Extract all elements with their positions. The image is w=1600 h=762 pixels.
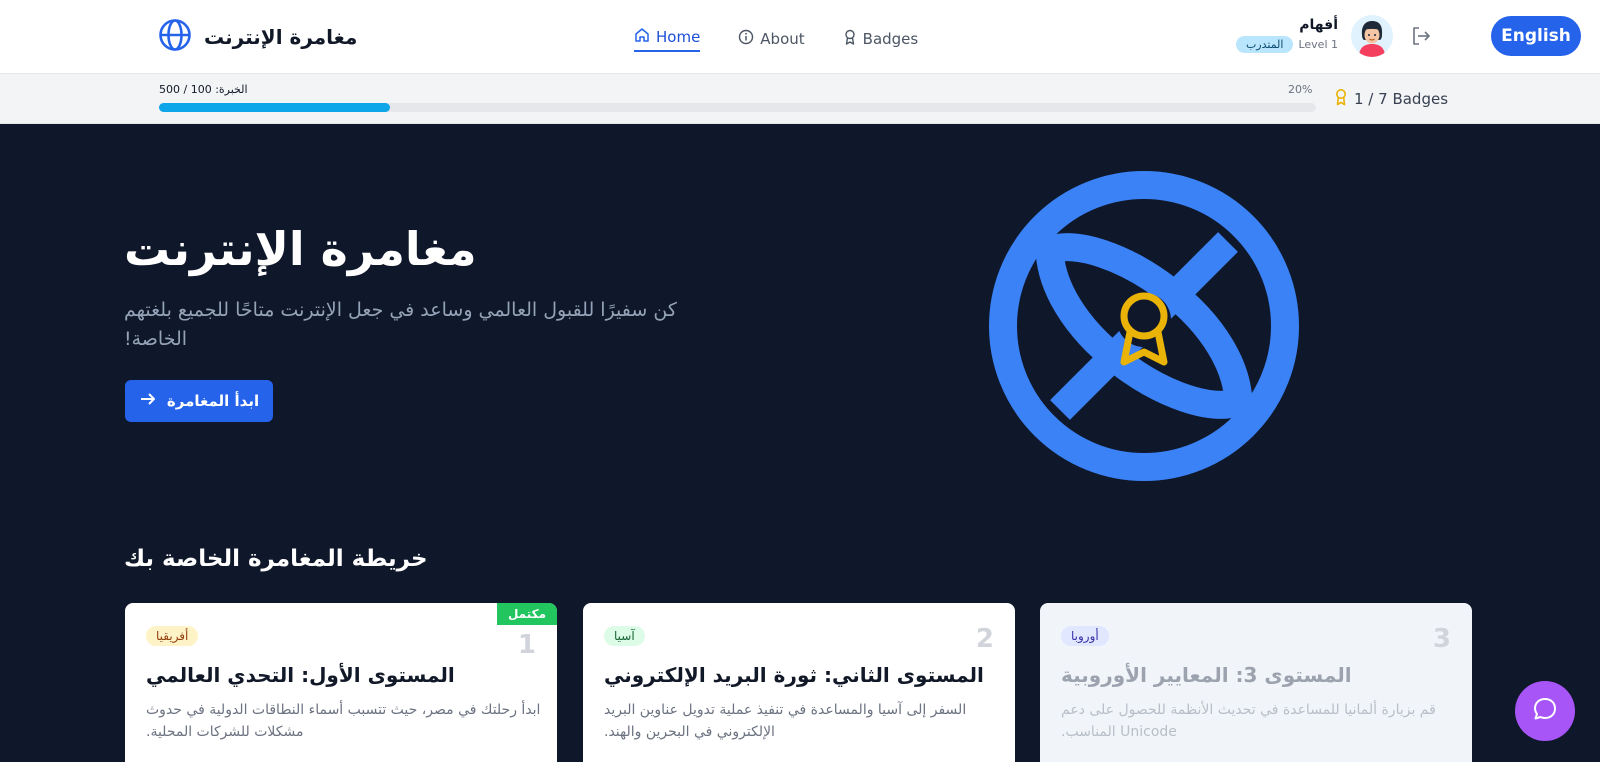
xp-progress-bar-section: الخبرة: 100 / 500 20% 1 / 7 Badges xyxy=(0,74,1600,124)
cta-label: ابدأ المغامرة xyxy=(166,392,260,410)
main-nav: Home About Badges xyxy=(634,24,918,54)
logout-icon[interactable] xyxy=(1410,25,1432,47)
badge-counter[interactable]: 1 / 7 Badges xyxy=(1334,88,1448,110)
xp-fill xyxy=(159,103,391,112)
region-tag: أفريقيا xyxy=(146,626,199,646)
level-title: المستوى الثاني: ثورة البريد الإلكتروني xyxy=(604,663,984,687)
language-toggle-button[interactable]: English xyxy=(1491,16,1581,56)
info-icon xyxy=(738,29,754,49)
xp-track xyxy=(159,103,1316,112)
level-title: المستوى الأول: التحدي العالمي xyxy=(146,663,455,687)
app-logo[interactable]: مغامرة الإنترنت xyxy=(158,18,358,56)
level-title: المستوى 3: المعايير الأوروبية xyxy=(1061,663,1352,687)
nav-badges[interactable]: Badges xyxy=(843,26,919,52)
arrow-right-icon xyxy=(139,391,157,411)
medal-icon xyxy=(1117,292,1171,366)
nav-badges-label: Badges xyxy=(862,30,919,48)
chat-icon xyxy=(1532,696,1558,726)
level-text: Level 1 xyxy=(1298,38,1338,51)
region-tag: آسيا xyxy=(604,626,645,646)
level-card-2[interactable]: آسيا 2 المستوى الثاني: ثورة البريد الإلك… xyxy=(583,603,1015,762)
badge-count-label: 1 / 7 Badges xyxy=(1354,90,1449,108)
level-description: السفر إلى آسيا والمساعدة في تنفيذ عملية … xyxy=(604,702,967,740)
adventure-map-title: خريطة المغامرة الخاصة بك xyxy=(124,546,428,572)
top-header: مغامرة الإنترنت Home About Badges أفهام … xyxy=(0,0,1600,74)
nav-home-label: Home xyxy=(656,28,701,46)
user-info: أفهام المتدرب Level 1 xyxy=(1235,17,1338,53)
user-name: أفهام xyxy=(1299,17,1338,33)
level-number: 2 xyxy=(975,624,994,654)
nav-home[interactable]: Home xyxy=(634,26,701,52)
user-meta: المتدرب Level 1 xyxy=(1235,36,1338,53)
xp-percent: 20% xyxy=(1288,83,1313,96)
level-description: قم بزيارة ألمانيا للمساعدة في تحديث الأن… xyxy=(1061,702,1436,740)
level-number: 1 xyxy=(517,630,536,660)
hero-subtitle: كن سفيرًا للقبول العالمي وساعد في جعل ال… xyxy=(124,299,677,350)
region-tag: أوروبا xyxy=(1061,626,1109,646)
avatar[interactable] xyxy=(1351,15,1393,57)
completed-ribbon: مكتمل xyxy=(496,603,557,625)
level-description: ابدأ رحلتك في مصر، حيث تتسبب أسماء النطا… xyxy=(146,702,541,740)
level-number: 3 xyxy=(1432,624,1451,654)
app-title: مغامرة الإنترنت xyxy=(204,25,358,49)
globe-medal-illustration xyxy=(988,170,1300,482)
chat-button[interactable] xyxy=(1515,681,1575,741)
nav-about-label: About xyxy=(760,30,805,48)
home-icon xyxy=(634,27,650,47)
rank-badge: المتدرب xyxy=(1235,36,1294,53)
xp-label: الخبرة: 100 / 500 xyxy=(159,83,248,96)
level-card-1[interactable]: مكتمل أفريقيا 1 المستوى الأول: التحدي ال… xyxy=(125,603,557,762)
medal-icon xyxy=(1334,88,1348,110)
nav-about[interactable]: About xyxy=(738,26,805,52)
hero-title: مغامرة الإنترنت xyxy=(124,222,477,276)
globe-icon xyxy=(158,18,192,56)
start-adventure-button[interactable]: ابدأ المغامرة xyxy=(125,380,273,422)
level-card-3[interactable]: أوروبا 3 المستوى 3: المعايير الأوروبية ق… xyxy=(1040,603,1472,762)
award-icon xyxy=(843,29,857,49)
